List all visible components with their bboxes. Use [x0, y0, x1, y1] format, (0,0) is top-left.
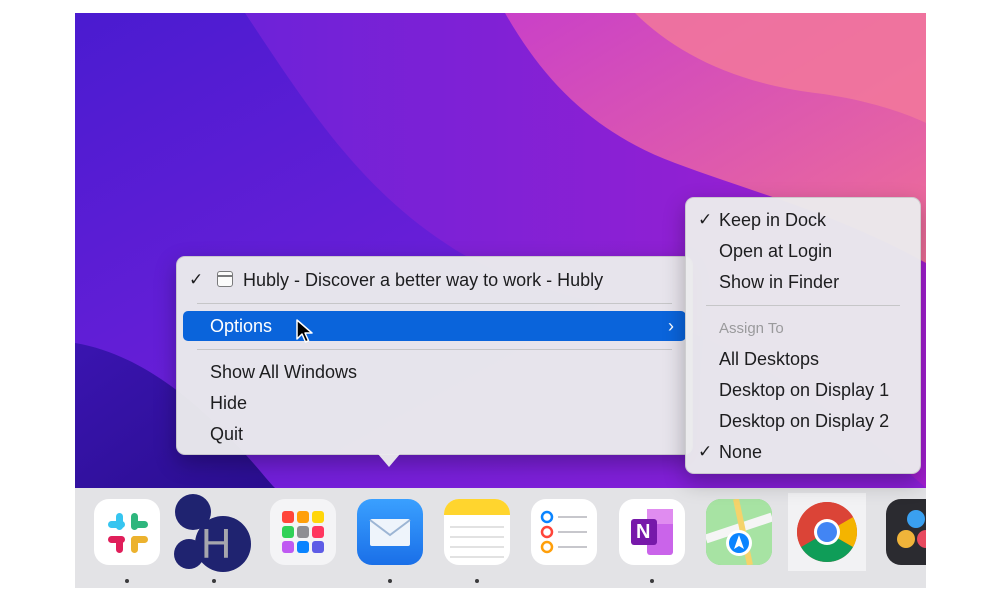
mouse-cursor-icon — [296, 319, 313, 343]
checkmark-icon: ✓ — [698, 442, 713, 461]
onenote-icon[interactable]: N — [619, 499, 685, 565]
desktop-display-2-item[interactable]: Desktop on Display 2 — [692, 406, 914, 436]
desktop-display-1-item[interactable]: Desktop on Display 1 — [692, 375, 914, 405]
window-icon — [217, 271, 233, 287]
assign-to-header: Assign To — [719, 320, 784, 337]
desktop: H N ✓ Hubly - Discover a better way to w… — [75, 13, 926, 588]
hubly-letter: H — [201, 520, 232, 567]
window-title: Hubly - Discover a better way to work - … — [243, 270, 604, 290]
menu-pointer — [378, 454, 400, 467]
onenote-letter: N — [636, 521, 651, 543]
menu-separator — [706, 305, 900, 306]
menu-separator — [197, 349, 672, 350]
maps-icon[interactable] — [706, 499, 772, 565]
running-indicator — [650, 579, 654, 583]
checkmark-icon: ✓ — [698, 210, 713, 229]
running-indicator — [212, 579, 216, 583]
checkmark-icon: ✓ — [189, 270, 204, 289]
menu-separator — [197, 303, 672, 304]
launchpad-icon[interactable] — [270, 499, 336, 565]
quit-item[interactable]: Quit — [183, 419, 686, 449]
all-desktops-item[interactable]: All Desktops — [692, 344, 914, 374]
slack-icon[interactable] — [94, 499, 160, 565]
running-indicator — [388, 579, 392, 583]
mail-icon[interactable] — [357, 499, 423, 565]
reminders-icon[interactable] — [531, 499, 597, 565]
hubly-icon[interactable]: H — [171, 492, 255, 576]
running-indicator — [125, 579, 129, 583]
options-menu-item[interactable]: Options › — [183, 311, 686, 341]
dock-context-menu: ✓ Hubly - Discover a better way to work … — [176, 256, 693, 467]
none-item[interactable]: ✓ None — [692, 437, 914, 467]
options-submenu: ✓ Keep in Dock Open at Login Show in Fin… — [685, 197, 921, 474]
open-at-login-item[interactable]: Open at Login — [692, 236, 914, 266]
notes-icon[interactable] — [444, 499, 510, 565]
chrome-icon[interactable] — [788, 493, 866, 571]
dock: H N — [75, 488, 926, 588]
hide-item[interactable]: Hide — [183, 388, 686, 418]
keep-in-dock-item[interactable]: ✓ Keep in Dock — [692, 205, 914, 235]
davinci-resolve-icon[interactable] — [886, 499, 926, 565]
running-indicator — [475, 579, 479, 583]
window-list-item[interactable]: ✓ Hubly - Discover a better way to work … — [183, 265, 686, 295]
show-all-windows-item[interactable]: Show All Windows — [183, 357, 686, 387]
options-label: Options — [210, 316, 273, 336]
chevron-right-icon: › — [668, 316, 674, 336]
show-in-finder-item[interactable]: Show in Finder — [692, 267, 914, 297]
